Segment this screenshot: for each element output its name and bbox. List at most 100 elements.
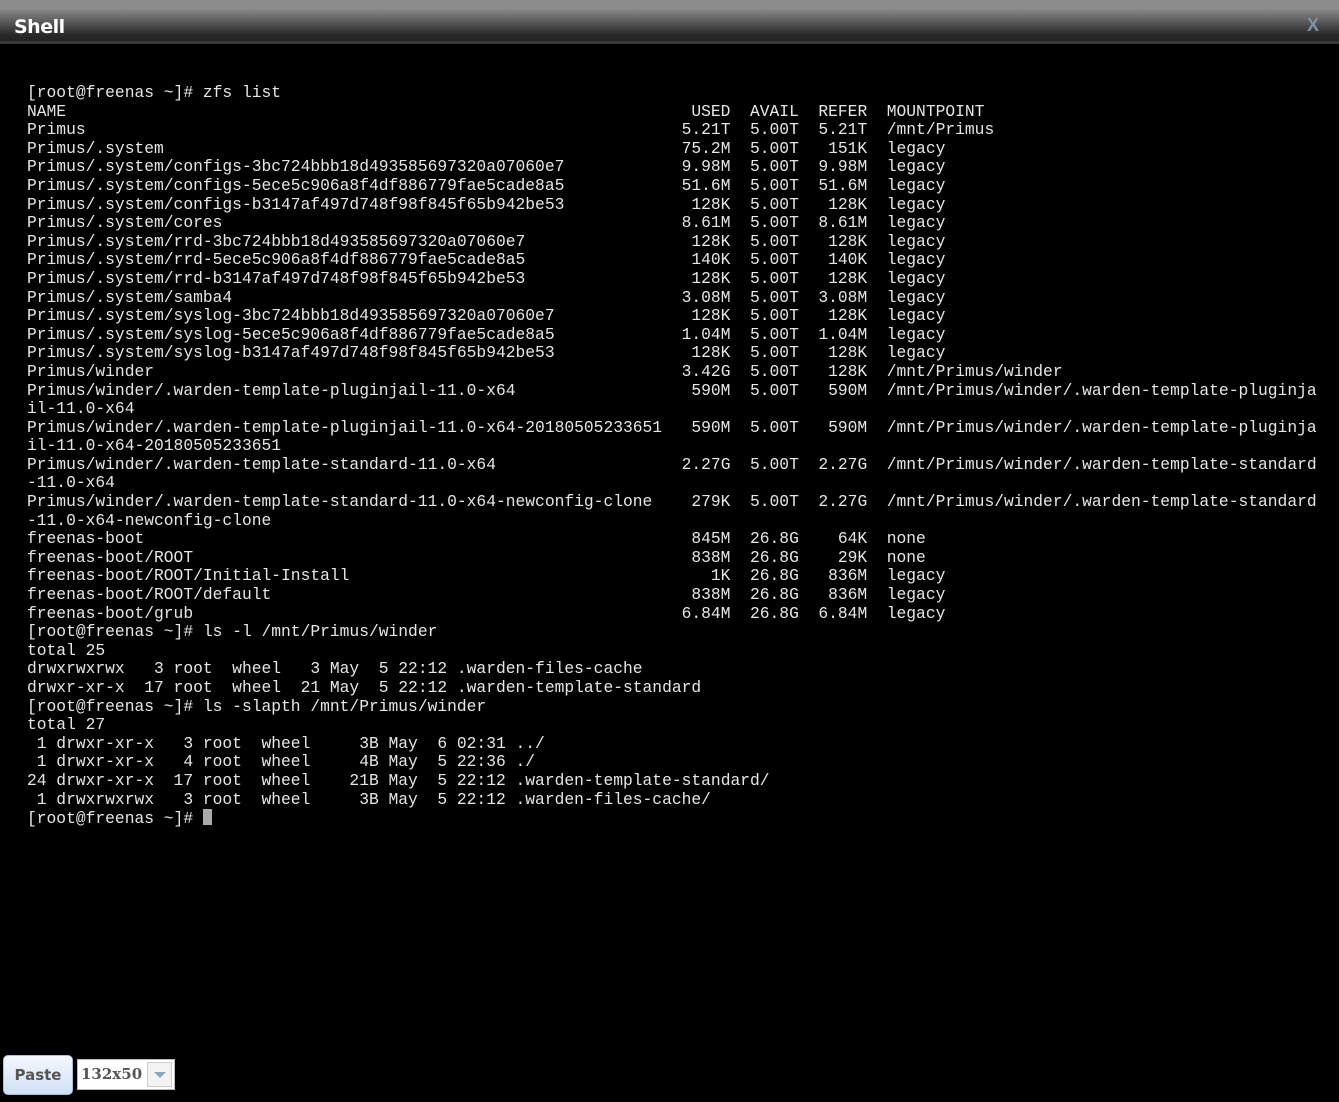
zfs-row: Primus/.system/syslog-b3147af497d748f98f… [27, 344, 1317, 363]
zfs-name: Primus/.system/configs-b3147af497d748f98… [27, 194, 565, 214]
shell-dialog-titlebar: Shell X [0, 8, 1339, 44]
zfs-avail: 26.8G [749, 529, 799, 549]
zfs-refer: 2.27G [818, 454, 868, 474]
terminal-command: [root@freenas ~]# zfs list [27, 83, 282, 102]
zfs-name: freenas-boot/ROOT [27, 547, 194, 567]
zfs-mountpoint: legacy [886, 268, 946, 288]
zfs-mountpoint: none [886, 547, 926, 567]
zfs-used: 128K [691, 268, 731, 288]
zfs-name: Primus/.system/rrd-5ece5c906a8f4df886779… [27, 250, 526, 270]
zfs-name: Primus/.system/rrd-3bc724bbb18d493585697… [27, 231, 526, 251]
zfs-refer: 128K [828, 268, 868, 288]
zfs-refer: 836M [828, 585, 868, 605]
zfs-used: 590M [691, 380, 731, 400]
zfs-avail: 5.00T [749, 380, 799, 400]
terminal-line: [root@freenas ~]# ls -l /mnt/Primus/wind… [27, 622, 438, 642]
zfs-name: Primus/winder [27, 361, 155, 381]
terminal-size-value[interactable]: 132x50 [78, 1060, 145, 1089]
terminal-line: total 25 [27, 640, 106, 660]
dropdown-button[interactable] [147, 1062, 172, 1087]
zfs-used: 128K [691, 194, 731, 214]
zfs-used: 838M [691, 585, 731, 605]
zfs-avail: 5.00T [749, 175, 799, 195]
col-avail: AVAIL [749, 101, 799, 121]
zfs-avail: 5.00T [749, 361, 799, 381]
zfs-refer: 140K [828, 250, 868, 270]
cursor [202, 809, 212, 826]
zfs-mountpoint: none [886, 529, 926, 549]
zfs-mountpoint: legacy [886, 194, 946, 214]
zfs-name: Primus/.system/rrd-b3147af497d748f98f845… [27, 268, 526, 288]
zfs-used: 140K [691, 250, 731, 270]
paste-button[interactable]: Paste [3, 1055, 73, 1095]
zfs-avail: 5.00T [749, 306, 799, 326]
zfs-name: freenas-boot/ROOT/default [27, 585, 272, 605]
zfs-used: 3.08M [681, 287, 731, 307]
zfs-used: 1K [710, 566, 731, 586]
zfs-refer: 6.84M [818, 603, 868, 623]
zfs-avail: 5.00T [749, 231, 799, 251]
zfs-row: Primus/.system/configs-b3147af497d748f98… [27, 194, 1317, 215]
zfs-used: 6.84M [681, 603, 731, 623]
zfs-avail: 26.8G [749, 603, 799, 623]
zfs-refer: 1.04M [818, 324, 868, 344]
zfs-used: 9.98M [681, 157, 731, 177]
zfs-row: Primus/.system/rrd-3bc724bbb18d493585697… [27, 231, 1317, 252]
zfs-used: 51.6M [681, 175, 731, 195]
zfs-used: 2.27G [681, 454, 731, 474]
zfs-refer: 836M [828, 566, 868, 586]
zfs-refer: 5.21T [818, 120, 868, 140]
zfs-avail: 26.8G [749, 566, 799, 586]
zfs-refer: 9.98M [818, 157, 868, 177]
zfs-row: Primus/winder/.warden-template-standard-… [27, 454, 1317, 493]
terminal-prompt-line[interactable]: [root@freenas ~]# [27, 809, 1317, 828]
terminal-line: 1 drwxr-xr-x 3 root wheel 3B May 6 02:31… [27, 733, 545, 753]
zfs-mountpoint: legacy [886, 324, 946, 344]
zfs-used: 279K [691, 492, 731, 512]
zfs-avail: 5.00T [749, 120, 799, 140]
background-toolbar-strip [0, 0, 1339, 8]
zfs-avail: 26.8G [749, 547, 799, 567]
terminal-line: total 27 [27, 715, 106, 735]
zfs-mountpoint: legacy [886, 343, 946, 363]
zfs-avail: 26.8G [749, 585, 799, 605]
zfs-row: Primus/.system/syslog-5ece5c906a8f4df886… [27, 324, 1317, 345]
close-icon[interactable]: X [1307, 15, 1319, 36]
zfs-mountpoint: legacy [886, 603, 946, 623]
zfs-used: 5.21T [681, 120, 731, 140]
zfs-mountpoint: legacy [886, 250, 946, 270]
zfs-refer: 2.27G [818, 492, 868, 512]
zfs-refer: 64K [837, 529, 868, 549]
terminal-later-output: [root@freenas ~]# ls -l /mnt/Primus/wind… [27, 623, 1317, 809]
zfs-row: freenas-boot/grub 6.84M 26.8G 6.84M legacy [27, 603, 1317, 624]
terminal-line: [root@freenas ~]# ls -slapth /mnt/Primus… [27, 696, 487, 716]
terminal-size-select[interactable]: 132x50 [77, 1059, 175, 1090]
zfs-name: Primus/.system/configs-5ece5c906a8f4df88… [27, 175, 565, 195]
zfs-avail: 5.00T [749, 324, 799, 344]
zfs-used: 1.04M [681, 324, 731, 344]
zfs-refer: 29K [837, 547, 868, 567]
zfs-row: Primus 5.21T 5.00T 5.21T/mnt/Primus [27, 120, 1317, 140]
zfs-avail: 5.00T [749, 157, 799, 177]
zfs-avail: 5.00T [749, 492, 799, 512]
zfs-row: Primus/.system/cores 8.61M 5.00T 8.61M legac… [27, 213, 1317, 233]
zfs-row: freenas-boot/ROOT/default 838M 26.8G 836M le… [27, 585, 1317, 605]
zfs-mountpoint: legacy [886, 213, 946, 233]
zfs-refer: 8.61M [818, 213, 868, 233]
col-name: NAME [27, 101, 67, 121]
zfs-mountpoint: legacy [886, 585, 946, 605]
zfs-mountpoint: /mnt/Primus/winder [886, 361, 1063, 381]
zfs-rows: Primus 5.21T 5.00T 5.21T/mnt/Primus Primus/.… [27, 120, 1317, 624]
zfs-mountpoint: legacy [886, 231, 946, 251]
terminal-line: drwxrwxrwx 3 root wheel 3 May 5 22:12 .w… [27, 659, 643, 679]
zfs-name: Primus/winder/.warden-template-pluginjai… [27, 380, 516, 400]
zfs-name: Primus/.system/syslog-5ece5c906a8f4df886… [27, 324, 555, 344]
zfs-refer: 3.08M [818, 287, 868, 307]
zfs-mountpoint: legacy [886, 287, 946, 307]
zfs-refer: 128K [828, 231, 868, 251]
zfs-refer: 51.6M [818, 175, 868, 195]
zfs-avail: 5.00T [749, 268, 799, 288]
zfs-name: Primus/winder/.warden-template-standard-… [27, 492, 653, 512]
zfs-name: Primus/.system/samba4 [27, 287, 233, 307]
terminal-output[interactable]: [root@freenas ~]# zfs list NAME USED AVAIL… [27, 83, 1317, 828]
